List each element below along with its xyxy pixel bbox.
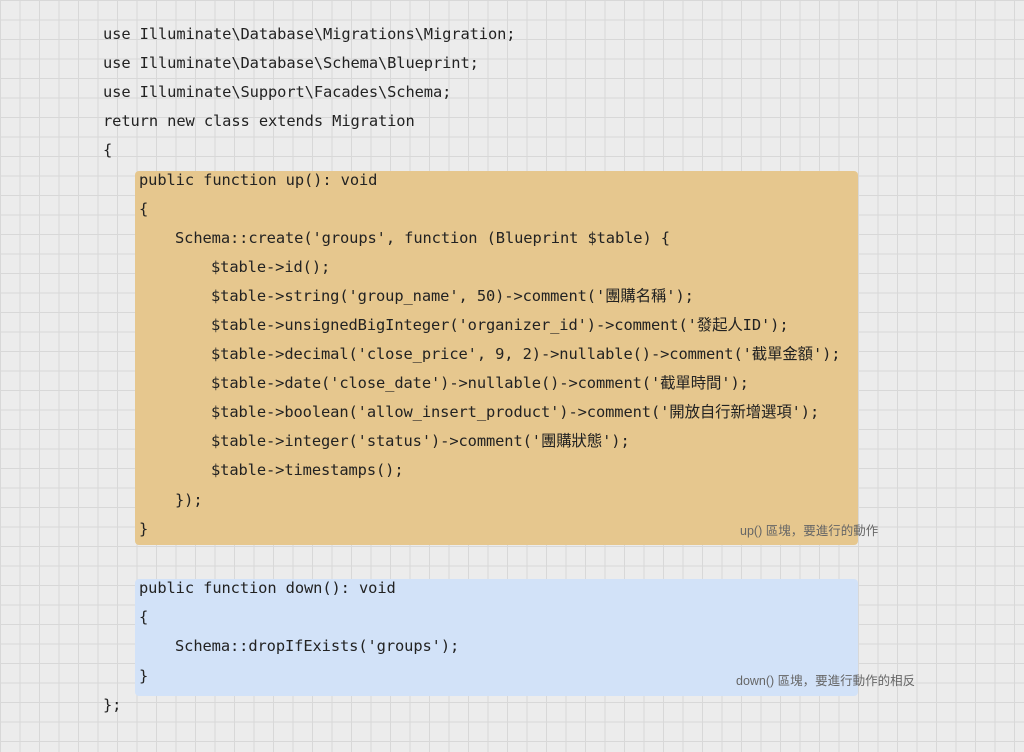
down-block-note: down() 區塊，要進行動作的相反	[736, 674, 916, 688]
code-line-class-close: };	[103, 696, 122, 714]
code-line-allow-insert: $table->boolean('allow_insert_product')-…	[211, 403, 820, 421]
code-line-down-open: {	[139, 608, 149, 626]
code-line-down-close: }	[139, 667, 149, 685]
code-line-closure-close: });	[175, 491, 203, 509]
code-line-status: $table->integer('status')->comment('團購狀態…	[211, 432, 630, 450]
code-line-organizer-id: $table->unsignedBigInteger('organizer_id…	[211, 316, 789, 334]
code-line-up-close: }	[139, 520, 149, 538]
code-line-close-date: $table->date('close_date')->nullable()->…	[211, 374, 749, 392]
code-line-use-schema: use Illuminate\Support\Facades\Schema;	[103, 83, 452, 101]
code-line-drop-if-exists: Schema::dropIfExists('groups');	[175, 637, 460, 655]
code-line-return-class: return new class extends Migration	[103, 112, 415, 130]
code-line-group-name: $table->string('group_name', 50)->commen…	[211, 287, 694, 305]
code-line-id: $table->id();	[211, 258, 331, 276]
code-line-close-price: $table->decimal('close_price', 9, 2)->nu…	[211, 345, 841, 363]
code-line-schema-create: Schema::create('groups', function (Bluep…	[175, 229, 670, 247]
code-line-timestamps: $table->timestamps();	[211, 461, 404, 479]
code-line-down-signature: public function down(): void	[139, 579, 396, 597]
up-block-note: up() 區塊，要進行的動作	[740, 524, 879, 538]
code-line-use-blueprint: use Illuminate\Database\Schema\Blueprint…	[103, 54, 479, 72]
code-line-use-migration: use Illuminate\Database\Migrations\Migra…	[103, 25, 516, 43]
code-line-up-open: {	[139, 200, 149, 218]
code-line-up-signature: public function up(): void	[139, 171, 378, 189]
code-line-class-open: {	[103, 141, 113, 159]
